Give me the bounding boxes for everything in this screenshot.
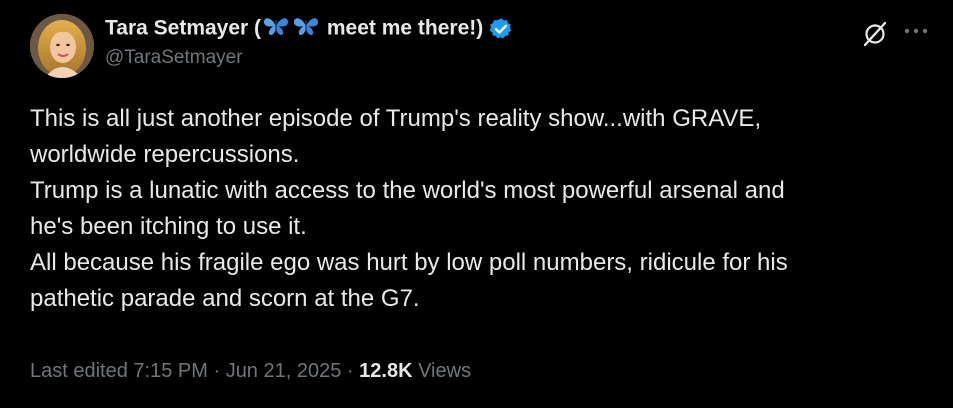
last-edited-time[interactable]: Last edited 7:15 PM bbox=[30, 360, 208, 382]
butterfly-icon bbox=[292, 15, 320, 43]
author-handle[interactable]: @TaraSetmayer bbox=[105, 47, 513, 69]
tweet-card: Tara Setmayer ( meet me there!) @TaraSet… bbox=[0, 0, 953, 408]
author-name-row[interactable]: Tara Setmayer ( meet me there!) bbox=[105, 14, 513, 44]
meta-separator: · bbox=[346, 360, 354, 382]
tweet-text-line: worldwide repercussions. bbox=[30, 141, 300, 168]
tweet-text-line: This is all just another episode of Trum… bbox=[30, 105, 762, 132]
profile-photo-icon bbox=[30, 14, 94, 78]
display-name-prefix: Tara Setmayer ( bbox=[105, 16, 262, 40]
author-header: Tara Setmayer ( meet me there!) @TaraSet… bbox=[105, 14, 513, 69]
display-name[interactable]: Tara Setmayer ( meet me there!) bbox=[105, 15, 483, 43]
butterfly-icon bbox=[262, 15, 290, 43]
grok-icon[interactable] bbox=[862, 21, 888, 47]
tweet-meta: Last edited 7:15 PM · Jun 21, 2025 · 12.… bbox=[30, 360, 471, 383]
tweet-text-line: he's been itching to use it. bbox=[30, 213, 307, 240]
meta-separator: · bbox=[213, 360, 221, 382]
tweet-text: This is all just another episode of Trum… bbox=[30, 101, 930, 317]
display-name-suffix: meet me there!) bbox=[321, 16, 484, 40]
tweet-text-line: pathetic parade and scorn at the G7. bbox=[30, 285, 420, 312]
views-count: 12.8K bbox=[359, 360, 413, 382]
tweet-text-line: Trump is a lunatic with access to the wo… bbox=[30, 177, 785, 204]
views-label: Views bbox=[418, 360, 472, 382]
more-options-icon[interactable] bbox=[903, 24, 929, 38]
avatar[interactable] bbox=[30, 14, 94, 78]
tweet-text-line: All because his fragile ego was hurt by … bbox=[30, 249, 788, 276]
tweet-date[interactable]: Jun 21, 2025 bbox=[226, 360, 342, 382]
verified-badge-icon bbox=[489, 17, 513, 41]
